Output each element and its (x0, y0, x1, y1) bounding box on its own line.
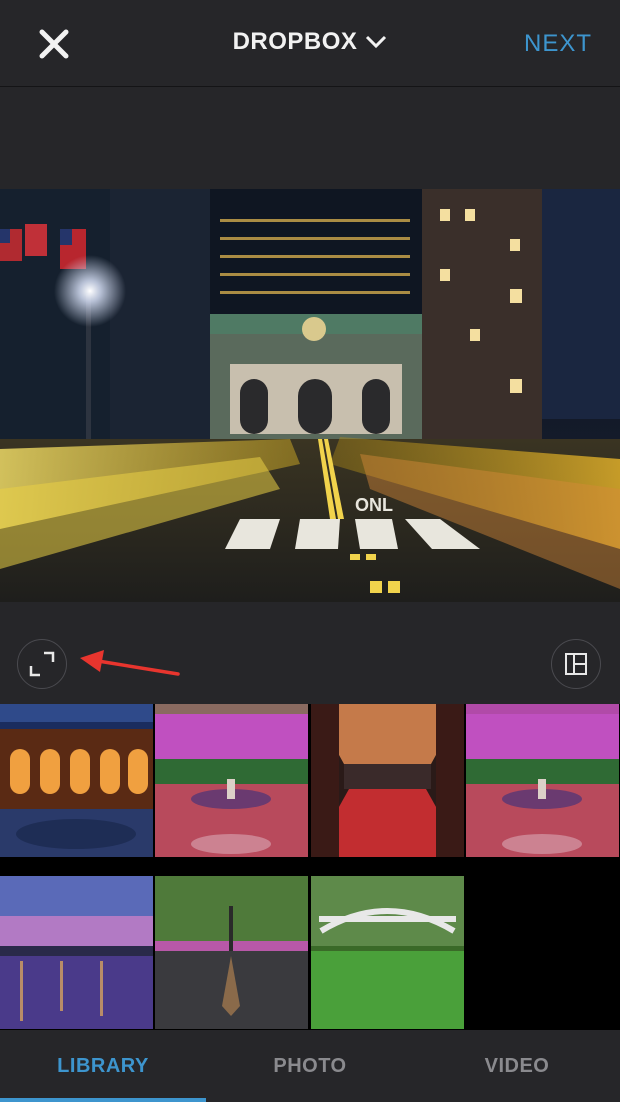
next-button[interactable]: NEXT (524, 30, 592, 58)
top-bar: DROPBOX NEXT (0, 0, 620, 87)
album-title: DROPBOX (232, 28, 358, 55)
tab-active-indicator (0, 1098, 206, 1102)
thumb-red-corridor[interactable] (311, 704, 464, 857)
tab-bar: LIBRARY PHOTO VIDEO (0, 1030, 620, 1102)
expand-icon[interactable] (17, 639, 67, 689)
thumb-park-reflection[interactable] (155, 876, 308, 1029)
road-marking-text: ONL (355, 495, 393, 515)
tab-photo[interactable]: PHOTO (207, 1030, 413, 1102)
thumb-arches-night[interactable] (0, 704, 153, 857)
thumb-bridge-grass[interactable] (311, 876, 464, 1029)
thumb-empty (466, 876, 619, 1029)
photo-preview[interactable]: ONL (0, 189, 620, 602)
thumb-fountain-purple-2[interactable] (466, 704, 619, 857)
photo-grid (0, 704, 620, 1030)
thumb-skyline-dusk[interactable] (0, 876, 153, 1029)
tab-video[interactable]: VIDEO (414, 1030, 620, 1102)
layout-icon[interactable] (551, 639, 601, 689)
red-arrow-icon (80, 650, 180, 676)
tab-library[interactable]: LIBRARY (0, 1030, 206, 1102)
chevron-down-icon (366, 35, 387, 49)
tool-row (0, 602, 620, 704)
album-selector[interactable]: DROPBOX (233, 28, 388, 56)
thumb-fountain-purple[interactable] (155, 704, 308, 857)
